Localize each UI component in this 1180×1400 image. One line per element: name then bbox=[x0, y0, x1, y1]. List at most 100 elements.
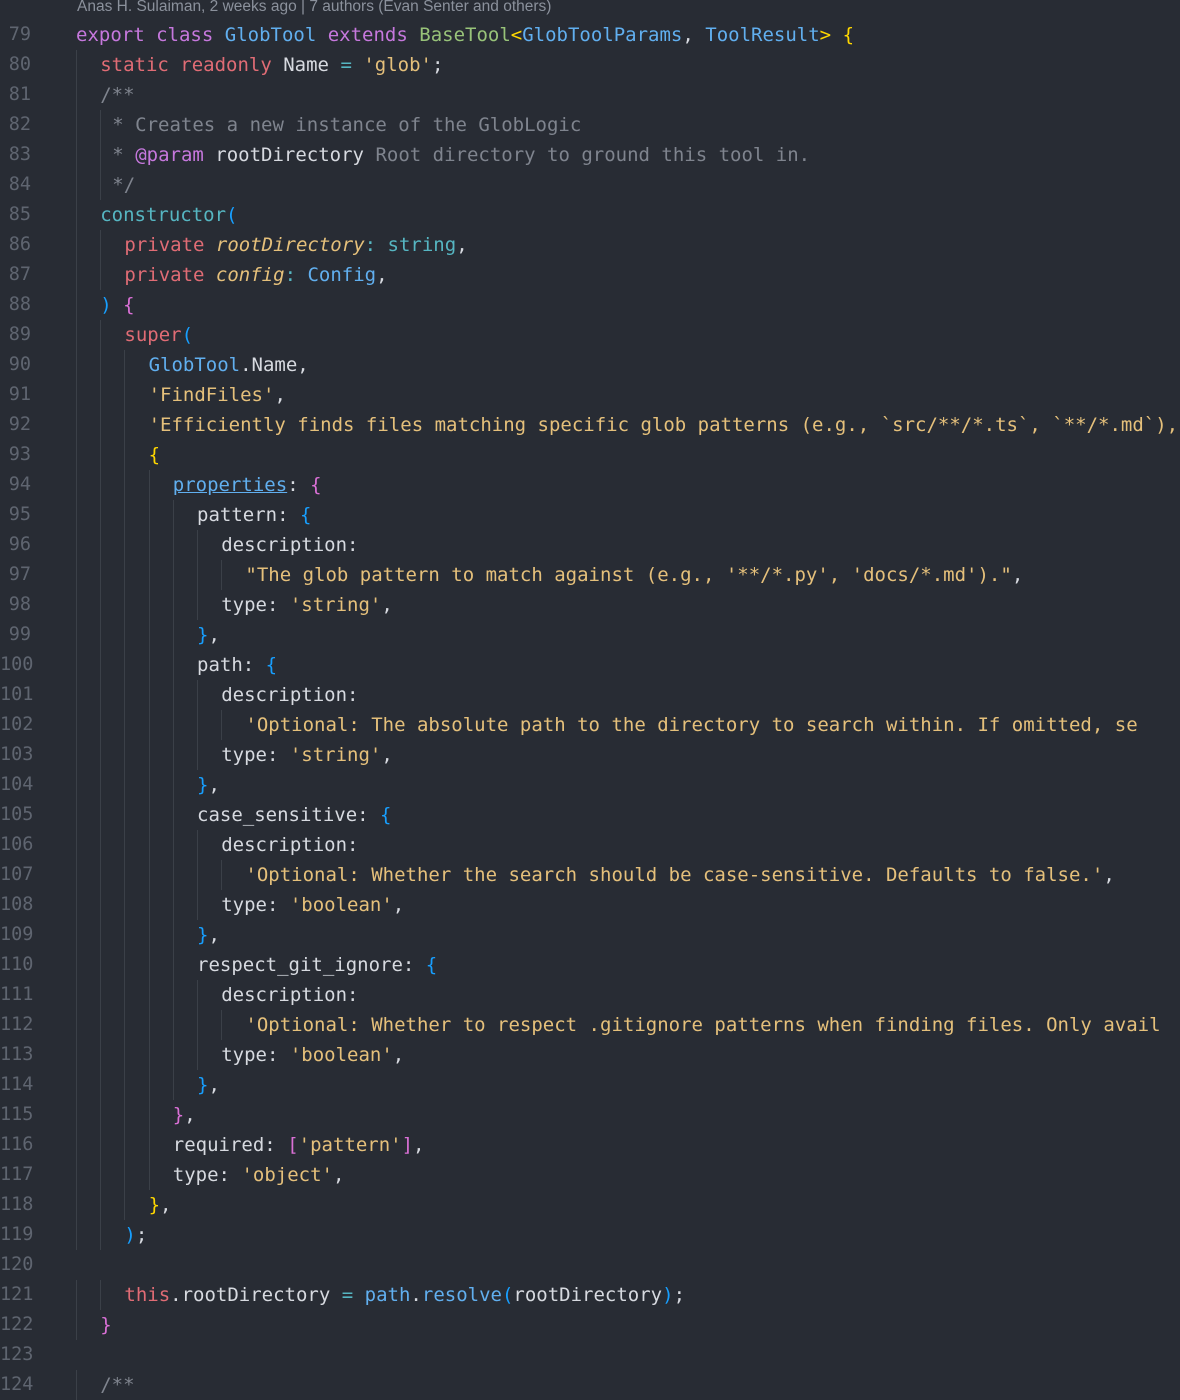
line-number[interactable]: 113 bbox=[0, 1040, 33, 1070]
line-number[interactable]: 124 bbox=[0, 1370, 33, 1400]
line-number[interactable]: 120 bbox=[0, 1250, 33, 1280]
line-number[interactable]: 90 bbox=[0, 350, 31, 380]
line-number[interactable]: 88 bbox=[0, 290, 31, 320]
code-line[interactable]: 107 'Optional: Whether the search should … bbox=[0, 860, 1180, 890]
code-text: description: bbox=[221, 530, 358, 560]
code-line[interactable]: 82 * Creates a new instance of the GlobLo… bbox=[0, 110, 1180, 140]
line-number[interactable]: 97 bbox=[0, 560, 31, 590]
line-number[interactable]: 105 bbox=[0, 800, 33, 830]
line-number[interactable]: 121 bbox=[0, 1280, 33, 1310]
line-number[interactable]: 122 bbox=[0, 1310, 33, 1340]
code-line[interactable]: 124 /** bbox=[0, 1370, 1180, 1400]
code-line[interactable]: 112 'Optional: Whether to respect .gitign… bbox=[0, 1010, 1180, 1040]
code-line[interactable]: 89 super( bbox=[0, 320, 1180, 350]
line-number[interactable]: 87 bbox=[0, 260, 31, 290]
code-line[interactable]: 123 bbox=[0, 1340, 1180, 1370]
code-line[interactable]: 79 export class GlobTool extends BaseTool… bbox=[0, 20, 1180, 50]
line-number[interactable]: 112 bbox=[0, 1010, 33, 1040]
code-line[interactable]: 93 { bbox=[0, 440, 1180, 470]
code-line[interactable]: 114}, bbox=[0, 1070, 1180, 1100]
line-number[interactable]: 79 bbox=[0, 20, 31, 50]
code-line[interactable]: 110 respect_git_ignore: { bbox=[0, 950, 1180, 980]
line-number[interactable]: 115 bbox=[0, 1100, 33, 1130]
line-number[interactable]: 96 bbox=[0, 530, 31, 560]
code-line[interactable]: 95 pattern: { bbox=[0, 500, 1180, 530]
code-line[interactable]: 101 description: bbox=[0, 680, 1180, 710]
line-number[interactable]: 123 bbox=[0, 1340, 33, 1370]
code-line[interactable]: 118}, bbox=[0, 1190, 1180, 1220]
line-number[interactable]: 89 bbox=[0, 320, 31, 350]
line-number[interactable]: 108 bbox=[0, 890, 33, 920]
code-line[interactable]: 111 description: bbox=[0, 980, 1180, 1010]
code-line[interactable]: 109}, bbox=[0, 920, 1180, 950]
code-line[interactable]: 104}, bbox=[0, 770, 1180, 800]
code-line[interactable]: 83 * @param rootDirectory Root directory … bbox=[0, 140, 1180, 170]
code-text: type: 'string', bbox=[221, 740, 393, 770]
code-line[interactable]: 97 "The glob pattern to match against (e.… bbox=[0, 560, 1180, 590]
code-line[interactable]: 119); bbox=[0, 1220, 1180, 1250]
line-number[interactable]: 114 bbox=[0, 1070, 33, 1100]
code-line[interactable]: 86 private rootDirectory: string, bbox=[0, 230, 1180, 260]
code-line[interactable]: 106 description: bbox=[0, 830, 1180, 860]
line-number[interactable]: 106 bbox=[0, 830, 33, 860]
code-line[interactable]: 87 private config: Config, bbox=[0, 260, 1180, 290]
line-number[interactable]: 93 bbox=[0, 440, 31, 470]
code-line[interactable]: 121 this.rootDirectory = path.resolve(roo… bbox=[0, 1280, 1180, 1310]
code-line[interactable]: 88) { bbox=[0, 290, 1180, 320]
code-line[interactable]: 117 type: 'object', bbox=[0, 1160, 1180, 1190]
code-line[interactable]: 91 'FindFiles', bbox=[0, 380, 1180, 410]
line-number[interactable]: 110 bbox=[0, 950, 33, 980]
line-number[interactable]: 109 bbox=[0, 920, 33, 950]
line-number[interactable]: 85 bbox=[0, 200, 31, 230]
line-number[interactable]: 111 bbox=[0, 980, 33, 1010]
code-line[interactable]: 92 'Efficiently finds files matching spec… bbox=[0, 410, 1180, 440]
code-line[interactable]: 103 type: 'string', bbox=[0, 740, 1180, 770]
line-number[interactable]: 94 bbox=[0, 470, 31, 500]
code-editor[interactable]: 79 export class GlobTool extends BaseTool… bbox=[0, 20, 1180, 1400]
code-line[interactable]: 115}, bbox=[0, 1100, 1180, 1130]
code-token: * bbox=[112, 144, 136, 166]
line-number[interactable]: 95 bbox=[0, 500, 31, 530]
code-line[interactable]: 96 description: bbox=[0, 530, 1180, 560]
code-token: 'Optional: The absolute path to the dire… bbox=[245, 714, 1138, 736]
code-line[interactable]: 108 type: 'boolean', bbox=[0, 890, 1180, 920]
line-number[interactable]: 92 bbox=[0, 410, 31, 440]
code-line[interactable]: 116 required: ['pattern'], bbox=[0, 1130, 1180, 1160]
line-number[interactable]: 107 bbox=[0, 860, 33, 890]
line-number[interactable]: 103 bbox=[0, 740, 33, 770]
code-line[interactable]: 85 constructor( bbox=[0, 200, 1180, 230]
line-number[interactable]: 116 bbox=[0, 1130, 33, 1160]
code-line[interactable]: 98 type: 'string', bbox=[0, 590, 1180, 620]
line-number[interactable]: 117 bbox=[0, 1160, 33, 1190]
line-number[interactable]: 101 bbox=[0, 680, 33, 710]
line-number[interactable]: 118 bbox=[0, 1190, 33, 1220]
line-number[interactable]: 100 bbox=[0, 650, 33, 680]
code-line[interactable]: 80 static readonly Name = 'glob'; bbox=[0, 50, 1180, 80]
code-line[interactable]: 120 bbox=[0, 1250, 1180, 1280]
line-number[interactable]: 98 bbox=[0, 590, 31, 620]
code-line[interactable]: 90 GlobTool.Name, bbox=[0, 350, 1180, 380]
line-number[interactable]: 102 bbox=[0, 710, 33, 740]
code-line[interactable]: 113 type: 'boolean', bbox=[0, 1040, 1180, 1070]
line-number[interactable]: 99 bbox=[0, 620, 31, 650]
code-token: 'glob' bbox=[363, 54, 432, 76]
line-number[interactable]: 86 bbox=[0, 230, 31, 260]
code-line[interactable]: 105 case_sensitive: { bbox=[0, 800, 1180, 830]
line-number[interactable]: 80 bbox=[0, 50, 31, 80]
code-line[interactable]: 84 */ bbox=[0, 170, 1180, 200]
git-blame-codelens[interactable]: Anas H. Sulaiman, 2 weeks ago | 7 author… bbox=[77, 0, 551, 16]
line-number[interactable]: 91 bbox=[0, 380, 31, 410]
line-number[interactable]: 84 bbox=[0, 170, 31, 200]
line-number[interactable]: 104 bbox=[0, 770, 33, 800]
code-line[interactable]: 100 path: { bbox=[0, 650, 1180, 680]
code-text: GlobTool.Name, bbox=[149, 350, 309, 380]
code-line[interactable]: 102 'Optional: The absolute path to the d… bbox=[0, 710, 1180, 740]
code-line[interactable]: 81 /** bbox=[0, 80, 1180, 110]
line-number[interactable]: 119 bbox=[0, 1220, 33, 1250]
code-line[interactable]: 122} bbox=[0, 1310, 1180, 1340]
code-line[interactable]: 94 properties: { bbox=[0, 470, 1180, 500]
line-number[interactable]: 83 bbox=[0, 140, 31, 170]
line-number[interactable]: 81 bbox=[0, 80, 31, 110]
code-line[interactable]: 99}, bbox=[0, 620, 1180, 650]
line-number[interactable]: 82 bbox=[0, 110, 31, 140]
